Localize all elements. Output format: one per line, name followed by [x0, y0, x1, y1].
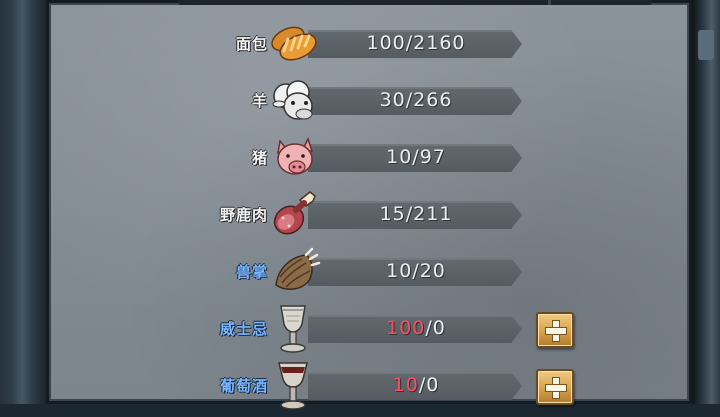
add-wine-button[interactable]	[536, 369, 574, 405]
value-separator: /	[425, 317, 433, 339]
resource-max: 266	[413, 89, 453, 111]
resource-label: 面包	[235, 35, 268, 53]
plus-icon-bar	[545, 384, 567, 392]
resource-row-sheep: 羊 30/266	[0, 78, 720, 124]
resource-label: 威士忌	[219, 320, 268, 338]
resource-max: 211	[413, 203, 453, 225]
resource-label: 野鹿肉	[219, 206, 268, 224]
sheep-icon	[266, 74, 322, 128]
paw-icon	[266, 245, 322, 299]
resource-current: 30	[379, 89, 406, 111]
resource-value: 100/0	[316, 317, 516, 339]
resource-max: 0	[426, 374, 440, 396]
resource-max: 97	[419, 146, 446, 168]
panel-top-bar	[178, 0, 652, 5]
resource-current: 10	[392, 374, 419, 396]
resource-row-bread: 面包 100/2160	[0, 21, 720, 67]
resource-value: 10/20	[316, 260, 516, 282]
resource-current: 10	[386, 146, 413, 168]
value-separator: /	[412, 260, 420, 282]
resource-row-paw: 兽掌 10/20	[0, 247, 720, 295]
resource-value: 30/266	[316, 89, 516, 111]
plus-icon-bar	[545, 327, 567, 335]
resource-max: 0	[432, 317, 446, 339]
resource-value: 100/2160	[316, 32, 516, 54]
resource-label: 兽掌	[235, 263, 268, 281]
value-separator: /	[412, 146, 420, 168]
resource-row-whisky: 威士忌 100/0	[0, 305, 720, 353]
add-whisky-button[interactable]	[536, 312, 574, 348]
whisky-goblet-icon	[266, 302, 322, 356]
bread-icon	[266, 17, 322, 71]
resource-max: 20	[419, 260, 446, 282]
resource-value: 15/211	[316, 203, 516, 225]
resource-max: 2160	[413, 32, 466, 54]
resource-value: 10/0	[316, 374, 516, 396]
resource-current: 15	[379, 203, 406, 225]
resource-row-wine: 葡萄酒 10/0	[0, 362, 720, 410]
pig-icon	[266, 131, 322, 185]
resource-current: 10	[386, 260, 413, 282]
resource-label: 葡萄酒	[219, 377, 268, 395]
venison-icon	[266, 188, 322, 242]
resource-current: 100	[386, 317, 426, 339]
resource-current: 100	[366, 32, 406, 54]
resource-row-pig: 猪 10/97	[0, 135, 720, 181]
wine-goblet-icon	[266, 359, 322, 413]
resource-value: 10/97	[316, 146, 516, 168]
resource-row-venison: 野鹿肉 15/211	[0, 191, 720, 238]
